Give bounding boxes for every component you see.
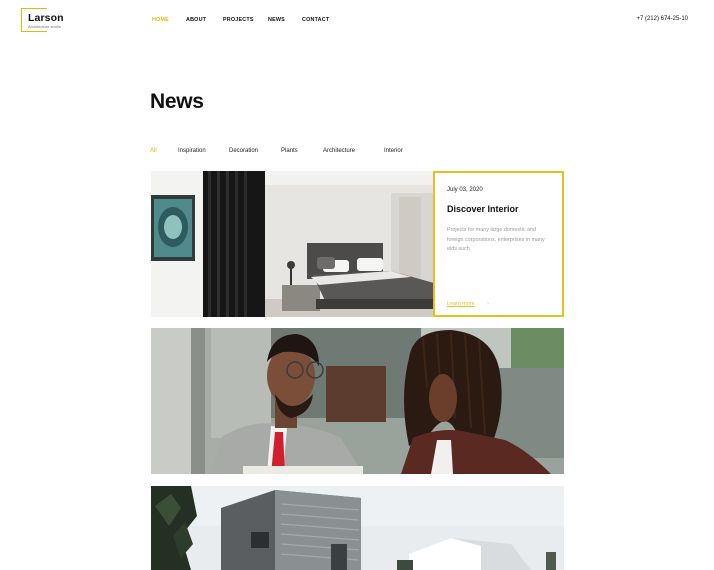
post-date: July 03, 2020 (447, 187, 483, 193)
news-image-meeting[interactable] (151, 328, 564, 474)
house-photo (151, 486, 564, 570)
filter-all[interactable]: All (150, 148, 157, 154)
nav-home[interactable]: Home (152, 17, 169, 23)
nav-contact[interactable]: Contact (302, 17, 329, 23)
post-excerpt: Projects for many large domestic and for… (447, 227, 545, 253)
logo[interactable]: Larson Architecture studio (21, 8, 81, 34)
bedroom-photo (151, 171, 434, 317)
filter-interior[interactable]: Interior (384, 148, 403, 154)
news-image-bedroom[interactable] (151, 171, 434, 317)
phone-number[interactable]: +7 (212) 674-25-10 (636, 16, 688, 22)
meeting-photo (151, 328, 564, 474)
learn-more-link[interactable]: Learn more (447, 301, 475, 307)
nav-about[interactable]: About (186, 17, 206, 23)
filter-plants[interactable]: Plants (281, 148, 298, 154)
nav-projects[interactable]: Projects (223, 17, 254, 23)
brand-name: Larson (28, 12, 64, 24)
post-title[interactable]: Discover Interior (447, 204, 519, 214)
page-title: News (150, 90, 204, 113)
filter-architecture[interactable]: Architecture (323, 148, 355, 154)
news-image-house[interactable] (151, 486, 564, 570)
filter-decoration[interactable]: Decoration (229, 148, 258, 154)
arrow-right-icon[interactable]: › (487, 301, 489, 307)
nav-news[interactable]: News (268, 17, 285, 23)
filter-inspiration[interactable]: Inspiration (178, 148, 206, 154)
featured-post-card[interactable]: July 03, 2020 Discover Interior Projects… (433, 171, 564, 317)
brand-tagline: Architecture studio (28, 24, 62, 29)
